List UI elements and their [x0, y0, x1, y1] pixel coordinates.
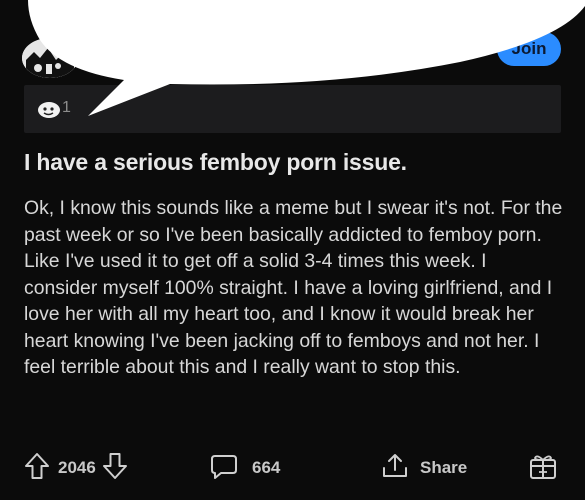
post-screen: Join 1 I have a serious femboy porn issu…: [0, 0, 585, 500]
vote-count: 2046: [58, 458, 96, 477]
downvote-icon[interactable]: [102, 452, 128, 485]
share-button[interactable]: Share: [380, 448, 467, 488]
comment-icon: [210, 452, 238, 485]
action-bar: 2046 664 Share: [0, 448, 585, 488]
give-award-icon: [528, 451, 558, 486]
comment-count: 664: [252, 458, 281, 477]
share-icon: [380, 452, 410, 485]
post-body: Ok, I know this sounds like a meme but I…: [24, 197, 563, 378]
speech-bubble-overlay: [28, 0, 585, 116]
upvote-icon[interactable]: [24, 452, 50, 485]
post-title: I have a serious femboy porn issue.: [24, 149, 407, 175]
share-label: Share: [420, 458, 468, 477]
give-award-button[interactable]: [528, 448, 558, 488]
vote-control: 2046: [24, 448, 128, 488]
comments-button[interactable]: 664: [210, 448, 280, 488]
